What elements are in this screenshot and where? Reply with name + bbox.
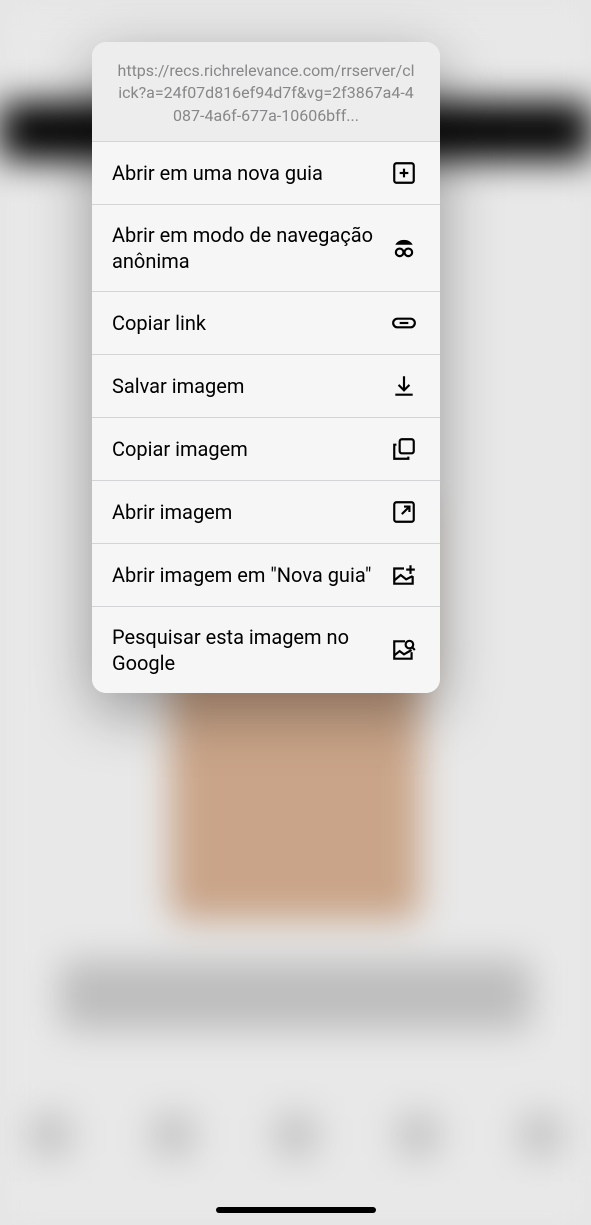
home-indicator[interactable] — [216, 1207, 376, 1213]
context-menu-url: https://recs.richrelevance.com/rrserver/… — [92, 42, 440, 142]
incognito-icon — [390, 234, 418, 262]
menu-item-label: Copiar link — [112, 310, 220, 336]
menu-item-label: Abrir imagem em "Nova guia" — [112, 562, 385, 588]
download-icon — [390, 372, 418, 400]
menu-item-label: Salvar imagem — [112, 373, 258, 399]
context-menu: https://recs.richrelevance.com/rrserver/… — [92, 42, 440, 693]
menu-item-open-image[interactable]: Abrir imagem — [92, 481, 440, 544]
menu-item-copy-image[interactable]: Copiar imagem — [92, 418, 440, 481]
link-icon — [390, 309, 418, 337]
menu-item-label: Abrir em uma nova guia — [112, 160, 337, 186]
menu-item-copy-link[interactable]: Copiar link — [92, 292, 440, 355]
menu-item-label: Pesquisar esta imagem no Google — [112, 624, 390, 676]
open-external-icon — [390, 498, 418, 526]
plus-box-icon — [390, 159, 418, 187]
menu-item-label: Abrir imagem — [112, 499, 246, 525]
menu-item-open-incognito[interactable]: Abrir em modo de navegação anônima — [92, 205, 440, 292]
copy-icon — [390, 435, 418, 463]
menu-item-search-image-google[interactable]: Pesquisar esta imagem no Google — [92, 607, 440, 693]
menu-item-label: Copiar imagem — [112, 436, 262, 462]
menu-item-label: Abrir em modo de navegação anônima — [112, 222, 390, 274]
image-add-icon — [390, 561, 418, 589]
image-search-icon — [390, 636, 418, 664]
menu-item-open-new-tab[interactable]: Abrir em uma nova guia — [92, 142, 440, 205]
menu-item-open-image-new-tab[interactable]: Abrir imagem em "Nova guia" — [92, 544, 440, 607]
menu-item-save-image[interactable]: Salvar imagem — [92, 355, 440, 418]
